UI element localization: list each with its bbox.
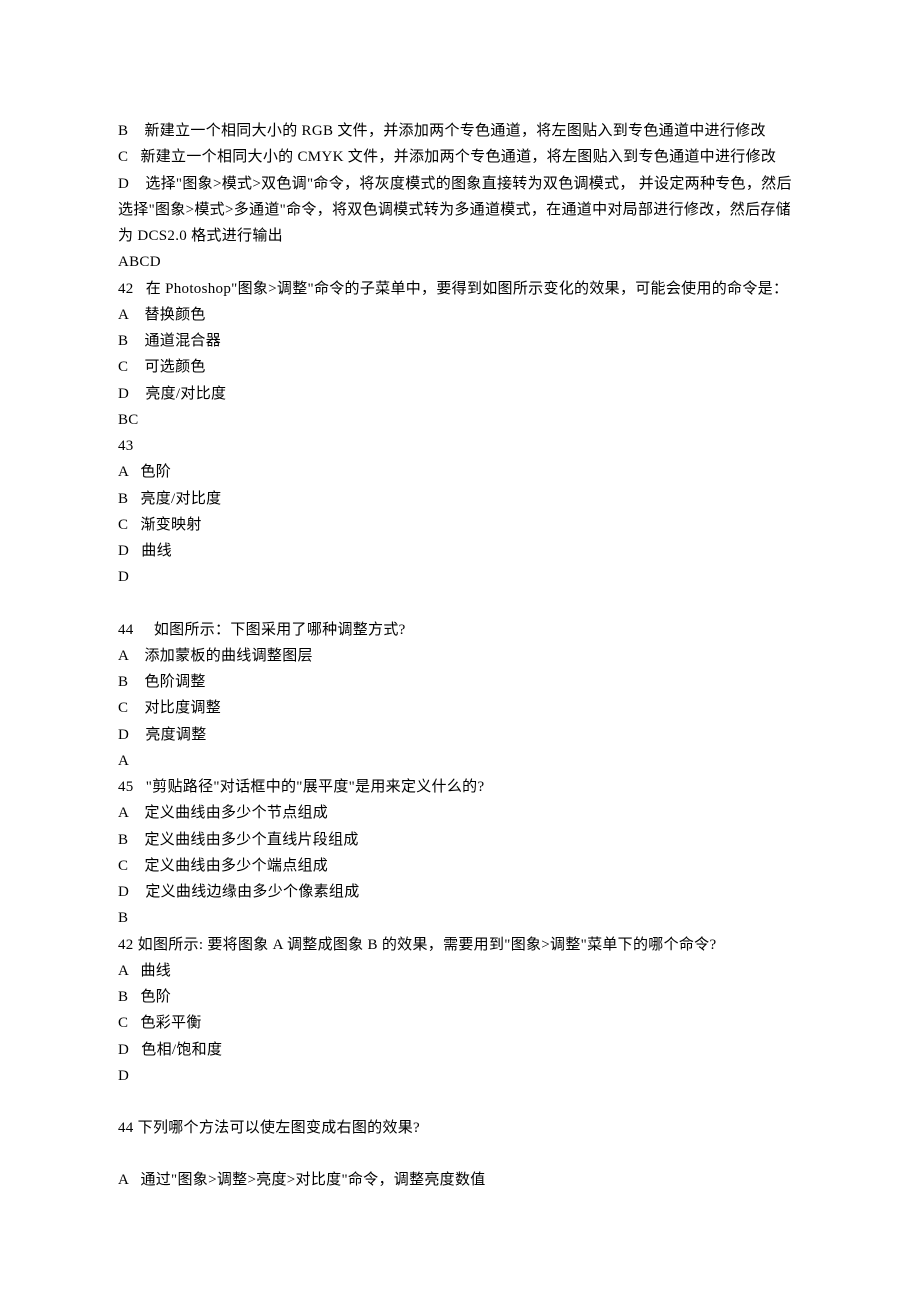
option-c-text: C 色彩平衡 xyxy=(118,1010,802,1036)
option-a-text: A 色阶 xyxy=(118,459,802,485)
question-42: 42 在 Photoshop"图象>调整"命令的子菜单中，要得到如图所示变化的效… xyxy=(118,276,802,302)
option-d-text: D 亮度调整 xyxy=(118,722,802,748)
option-d-text: D 定义曲线边缘由多少个像素组成 xyxy=(118,879,802,905)
blank-line xyxy=(118,1141,802,1167)
option-c-text: C 对比度调整 xyxy=(118,695,802,721)
question-42b: 42 如图所示: 要将图象 A 调整成图象 B 的效果，需要用到"图象>调整"菜… xyxy=(118,932,802,958)
option-c-text: C 定义曲线由多少个端点组成 xyxy=(118,853,802,879)
answer-key: BC xyxy=(118,407,802,433)
question-44: 44 如图所示：下图采用了哪种调整方式? xyxy=(118,617,802,643)
answer-key: D xyxy=(118,1063,802,1089)
option-d-text: D 色相/饱和度 xyxy=(118,1037,802,1063)
option-b-text: B 定义曲线由多少个直线片段组成 xyxy=(118,827,802,853)
option-a-text: A 替换颜色 xyxy=(118,302,802,328)
answer-key: A xyxy=(118,748,802,774)
blank-line xyxy=(118,1089,802,1115)
option-d-text: D 亮度/对比度 xyxy=(118,381,802,407)
option-d-text: D 曲线 xyxy=(118,538,802,564)
answer-key: B xyxy=(118,905,802,931)
option-d-text: D 选择"图象>模式>双色调"命令，将灰度模式的图象直接转为双色调模式， 并设定… xyxy=(118,171,802,250)
option-a-text: A 通过"图象>调整>亮度>对比度"命令，调整亮度数值 xyxy=(118,1167,802,1193)
answer-key: ABCD xyxy=(118,249,802,275)
option-c-text: C 新建立一个相同大小的 CMYK 文件，并添加两个专色通道，将左图贴入到专色通… xyxy=(118,144,802,170)
option-b-text: B 亮度/对比度 xyxy=(118,486,802,512)
option-b-text: B 通道混合器 xyxy=(118,328,802,354)
option-c-text: C 渐变映射 xyxy=(118,512,802,538)
option-b-text: B 色阶调整 xyxy=(118,669,802,695)
option-a-text: A 曲线 xyxy=(118,958,802,984)
question-45: 45 "剪贴路径"对话框中的"展平度"是用来定义什么的? xyxy=(118,774,802,800)
option-b-text: B 新建立一个相同大小的 RGB 文件，并添加两个专色通道，将左图贴入到专色通道… xyxy=(118,118,802,144)
option-a-text: A 定义曲线由多少个节点组成 xyxy=(118,800,802,826)
option-b-text: B 色阶 xyxy=(118,984,802,1010)
answer-key: D xyxy=(118,564,802,590)
document-page: B 新建立一个相同大小的 RGB 文件，并添加两个专色通道，将左图贴入到专色通道… xyxy=(0,0,920,1312)
option-a-text: A 添加蒙板的曲线调整图层 xyxy=(118,643,802,669)
question-44b: 44 下列哪个方法可以使左图变成右图的效果? xyxy=(118,1115,802,1141)
option-c-text: C 可选颜色 xyxy=(118,354,802,380)
blank-line xyxy=(118,591,802,617)
question-43: 43 xyxy=(118,433,802,459)
